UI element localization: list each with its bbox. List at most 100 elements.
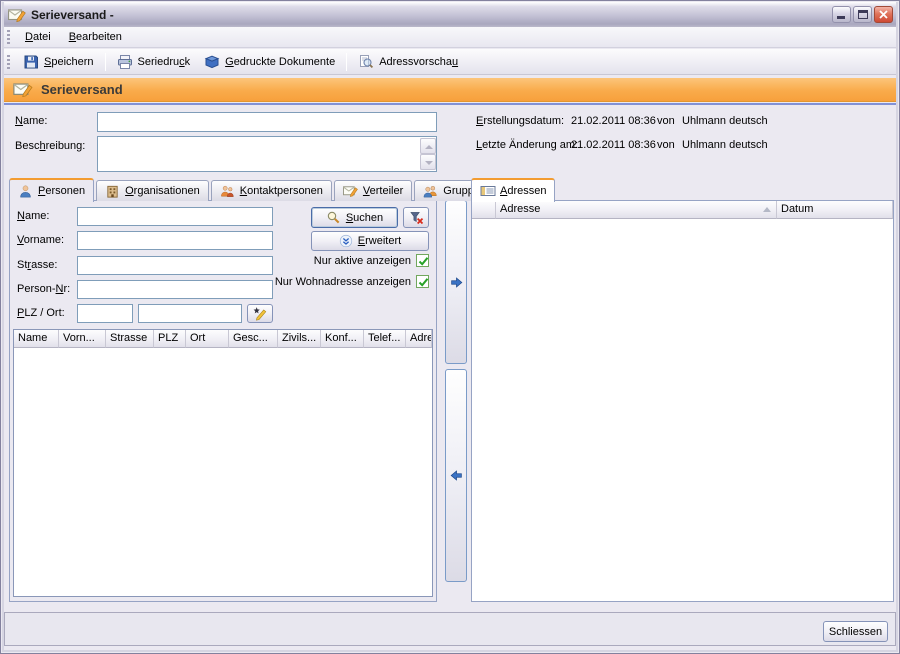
distribution-envelope-icon <box>343 184 359 199</box>
beschreibung-textarea[interactable] <box>98 137 420 171</box>
search-plz-input[interactable] <box>77 304 133 323</box>
column-header-zivilstand[interactable]: Zivils... <box>278 330 321 348</box>
scroll-down-button[interactable] <box>420 154 436 170</box>
toolbar-speichern-button[interactable]: Speichern <box>16 51 101 72</box>
schliessen-button[interactable]: Schliessen <box>823 621 888 642</box>
move-left-button[interactable] <box>445 369 467 582</box>
maximize-button[interactable] <box>853 6 872 23</box>
toolbar-seriedruck-button[interactable]: Seriedruck <box>110 51 198 72</box>
suchen-button[interactable]: Suchen <box>311 207 398 228</box>
column-header-row-indicator[interactable] <box>472 201 496 219</box>
search-name-input[interactable] <box>77 207 273 226</box>
column-header-name[interactable]: Name <box>14 330 59 348</box>
clear-filter-button[interactable] <box>403 207 429 228</box>
left-tabstrip: Personen Organisationen Kontaktpersonen … <box>9 177 495 201</box>
toolbar-adressvorschau-button[interactable]: Adressvorschau <box>351 51 465 72</box>
minimize-icon <box>837 16 845 19</box>
column-header-konfession[interactable]: Konf... <box>321 330 364 348</box>
toolbar-gedruckte-dokumente-button[interactable]: Gedruckte Dokumente <box>197 51 342 72</box>
save-icon <box>23 54 39 70</box>
print-icon <box>117 54 133 70</box>
column-header-adresse[interactable]: Adre... <box>406 330 432 348</box>
modified-von: von <box>657 136 675 155</box>
window-controls <box>832 6 893 23</box>
beschreibung-scrollbar <box>420 138 436 170</box>
beschreibung-field <box>97 136 437 172</box>
erweitert-button-label: Erweitert <box>358 235 401 247</box>
toolbar-separator <box>346 53 347 71</box>
maximize-icon <box>858 10 868 19</box>
groups-icon <box>423 184 439 199</box>
column-header-strasse[interactable]: Strasse <box>106 330 154 348</box>
menubar: Datei Bearbeiten <box>2 27 898 48</box>
nur-wohnadresse-row: Nur Wohnadresse anzeigen <box>201 275 429 288</box>
results-list[interactable]: Name Vorn... Strasse PLZ Ort Gesc... Ziv… <box>13 329 433 597</box>
modified-value: 21.02.2011 08:36 <box>571 136 656 155</box>
erweitert-button[interactable]: Erweitert <box>311 231 429 251</box>
tab-kontaktpersonen[interactable]: Kontaktpersonen <box>211 180 332 201</box>
toolbar-seriedruck-label: Seriedruck <box>138 56 191 68</box>
suchen-button-label: Suchen <box>346 212 383 224</box>
column-header-telefon[interactable]: Telef... <box>364 330 406 348</box>
schliessen-button-label: Schliessen <box>829 626 882 638</box>
nur-aktive-row: Nur aktive anzeigen <box>201 254 429 267</box>
created-value: 21.02.2011 08:36 <box>571 112 656 131</box>
menu-item-datei-label: Datei <box>25 31 51 43</box>
search-vorname-input[interactable] <box>77 231 273 250</box>
search-ort-input[interactable] <box>138 304 242 323</box>
nur-aktive-checkbox[interactable] <box>416 254 429 267</box>
modified-user: Uhlmann deutsch <box>682 136 768 155</box>
results-header: Name Vorn... Strasse PLZ Ort Gesc... Ziv… <box>14 330 432 348</box>
nur-wohnadresse-label: Nur Wohnadresse anzeigen <box>275 276 411 288</box>
sort-ascending-icon <box>763 207 771 212</box>
tab-verteiler[interactable]: Verteiler <box>334 180 412 201</box>
address-preview-icon <box>358 54 374 70</box>
menu-item-datei[interactable]: Datei <box>16 29 60 45</box>
toolbar: Speichern Seriedruck Gedruckte Dokumente… <box>2 49 898 75</box>
scroll-down-icon <box>425 161 433 165</box>
scroll-up-icon <box>425 145 433 149</box>
page-title: Serieversand <box>41 82 123 97</box>
nur-aktive-label: Nur aktive anzeigen <box>314 255 411 267</box>
toolbar-grip-handle[interactable] <box>7 55 10 69</box>
search-strasse-label: Strasse: <box>17 256 57 275</box>
titlebar: Serieversand - <box>2 2 898 27</box>
close-icon <box>875 7 892 22</box>
arrow-right-icon <box>450 276 463 289</box>
column-header-datum[interactable]: Datum <box>777 201 893 219</box>
search-icon <box>326 210 341 225</box>
double-chevron-down-icon <box>339 234 353 248</box>
application-window: Serieversand - Datei Bearbeiten Speicher… <box>0 0 900 654</box>
toolbar-separator <box>105 53 106 71</box>
menu-item-bearbeiten-label: Bearbeiten <box>69 31 122 43</box>
tab-organisationen-label: Organisationen <box>125 185 200 197</box>
close-button[interactable] <box>874 6 893 23</box>
adressen-tab-page[interactable]: Adresse Datum <box>471 200 894 602</box>
serieversand-envelope-icon <box>13 81 33 98</box>
tab-kontaktpersonen-label: Kontaktpersonen <box>240 185 323 197</box>
addresses-icon <box>480 184 496 199</box>
tab-adressen-label: Adressen <box>500 185 546 197</box>
printed-documents-icon <box>204 54 220 70</box>
column-header-geschlecht[interactable]: Gesc... <box>229 330 278 348</box>
arrow-left-icon <box>450 469 463 482</box>
name-label: Name: <box>15 112 47 131</box>
tab-personen[interactable]: Personen <box>9 178 94 202</box>
column-header-adresse[interactable]: Adresse <box>496 201 777 219</box>
organization-icon <box>105 184 121 199</box>
minimize-button[interactable] <box>832 6 851 23</box>
column-header-plz[interactable]: PLZ <box>154 330 186 348</box>
menu-item-bearbeiten[interactable]: Bearbeiten <box>60 29 131 45</box>
menubar-grip-handle[interactable] <box>7 30 10 44</box>
column-header-ort[interactable]: Ort <box>186 330 229 348</box>
ort-lookup-button[interactable] <box>247 304 273 323</box>
name-input[interactable] <box>97 112 437 132</box>
person-icon <box>18 184 34 199</box>
column-header-vorname[interactable]: Vorn... <box>59 330 106 348</box>
move-right-button[interactable] <box>445 200 467 364</box>
tab-organisationen[interactable]: Organisationen <box>96 180 209 201</box>
window-title: Serieversand - <box>31 8 114 22</box>
tab-adressen[interactable]: Adressen <box>471 178 555 202</box>
scroll-up-button[interactable] <box>420 138 436 154</box>
nur-wohnadresse-checkbox[interactable] <box>416 275 429 288</box>
